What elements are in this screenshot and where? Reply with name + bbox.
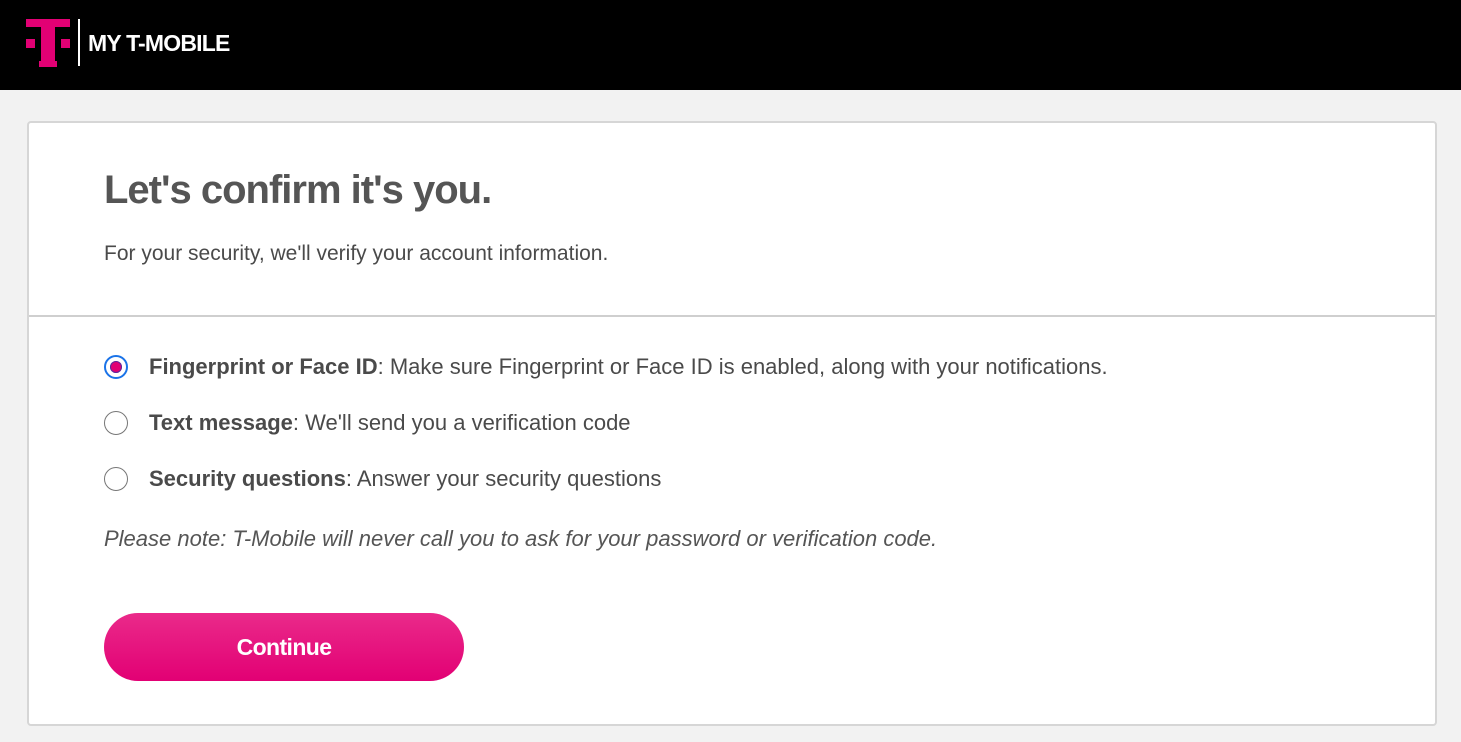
option-description: : We'll send you a verification code [292,410,631,435]
option-security-questions[interactable]: Security questions: Answer your security… [104,464,661,494]
continue-button[interactable]: Continue [104,613,464,681]
fingerprint-face-id-radio[interactable] [104,355,128,379]
security-note: Please note: T-Mobile will never call yo… [104,526,938,551]
text-message-radio[interactable] [104,411,128,435]
option-title: Text message [149,410,293,435]
security-questions-radio[interactable] [104,467,128,491]
brand-divider [78,19,80,66]
option-title: Fingerprint or Face ID [149,354,378,379]
option-text-message[interactable]: Text message: We'll send you a verificat… [104,408,631,438]
page-title: Let's confirm it's you. [104,168,492,212]
page-subtitle: For your security, we'll verify your acc… [104,242,609,265]
option-label: Text message: We'll send you a verificat… [149,409,631,437]
option-description: : Answer your security questions [345,466,662,491]
top-navigation-bar: MY T-MOBILE [0,0,1461,90]
option-label: Security questions: Answer your security… [149,465,661,493]
option-title: Security questions [149,466,346,491]
option-fingerprint-face-id[interactable]: Fingerprint or Face ID: Make sure Finger… [104,352,1108,382]
t-mobile-logo-icon[interactable] [26,19,70,67]
verification-card: Let's confirm it's you. For your securit… [27,121,1437,726]
option-label: Fingerprint or Face ID: Make sure Finger… [149,353,1108,381]
option-description: : Make sure Fingerprint or Face ID is en… [377,354,1108,379]
brand-name[interactable]: MY T-MOBILE [88,29,230,57]
section-divider [29,315,1435,317]
